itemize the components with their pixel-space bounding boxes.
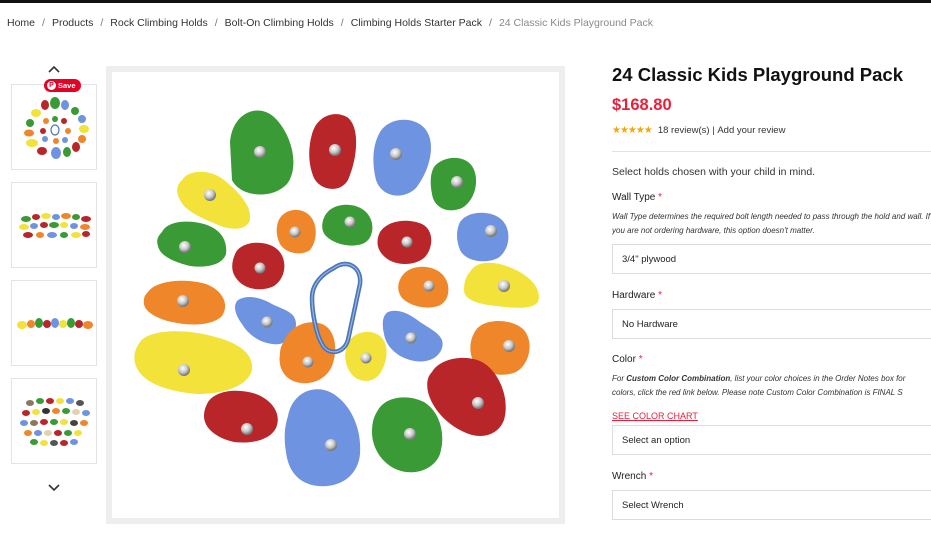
thumbnail-holds-line-image (17, 318, 93, 329)
color-help-prefix: For (612, 374, 627, 383)
thumbnail-holds-circle-image (24, 97, 89, 159)
breadcrumb-rock-climbing-holds[interactable]: Rock Climbing Holds (110, 17, 207, 29)
breadcrumb-current: 24 Classic Kids Playground Pack (498, 17, 654, 29)
star-rating-icon: ★★★★★ (612, 125, 653, 136)
color-label: Color * (612, 354, 643, 365)
top-bar (0, 0, 931, 3)
chevron-up-icon[interactable] (47, 64, 61, 74)
pinterest-save-button[interactable]: P Save (44, 79, 81, 92)
climbing-holds-illustration (134, 110, 539, 487)
color-help-line-2: colors, click the red link below. Please… (612, 388, 903, 397)
product-title: 24 Classic Kids Playground Pack (612, 64, 903, 85)
thumbnail-gallery: P Save (8, 60, 98, 500)
hardware-label-text: Hardware (612, 290, 656, 301)
wrench-select[interactable]: Select Wrench (612, 490, 931, 520)
required-mark: * (658, 290, 663, 301)
rating-separator: | (709, 125, 718, 136)
thumbnail-1[interactable] (11, 84, 97, 170)
thumbnail-2[interactable] (11, 182, 97, 268)
breadcrumb-separator: / (42, 17, 45, 29)
breadcrumb-separator: / (100, 17, 104, 29)
product-intro-text: Select holds chosen with your child in m… (612, 166, 816, 178)
main-product-image[interactable] (106, 66, 565, 524)
product-info: 24 Classic Kids Playground Pack $168.80 … (612, 62, 931, 520)
wall-type-label-text: Wall Type (612, 192, 656, 203)
main-image-canvas (112, 72, 559, 518)
required-mark: * (658, 192, 663, 203)
required-mark: * (649, 471, 653, 482)
color-label-text: Color (612, 354, 636, 365)
product-price: $168.80 (612, 96, 672, 114)
thumbnail-holds-multicolor-image (20, 398, 90, 446)
rating-row: ★★★★★ 18 review(s) | Add your review (612, 125, 931, 136)
color-help-line-1: For Custom Color Combination, list your … (612, 372, 931, 386)
reviews-count-link[interactable]: 18 review(s) (658, 125, 710, 136)
thumbnail-4[interactable] (11, 378, 97, 464)
wall-type-label: Wall Type * (612, 192, 662, 203)
breadcrumb-separator: / (340, 17, 344, 29)
add-review-link[interactable]: Add your review (717, 125, 785, 136)
wall-type-help-text: Wall Type determines the required bolt l… (612, 212, 931, 235)
breadcrumb-starter-pack[interactable]: Climbing Holds Starter Pack (351, 17, 482, 29)
wall-type-select[interactable]: 3/4" plywood (612, 244, 931, 274)
pinterest-icon: P (47, 81, 56, 90)
save-label: Save (58, 81, 76, 90)
thumbnail-holds-rows-image (19, 213, 91, 238)
color-help-bold: Custom Color Combination (626, 374, 731, 383)
breadcrumb-separator: / (489, 17, 492, 29)
breadcrumb-home[interactable]: Home (7, 17, 35, 29)
see-color-chart-link[interactable]: SEE COLOR CHART (612, 411, 698, 421)
breadcrumb-products[interactable]: Products (52, 17, 93, 29)
divider (612, 151, 931, 152)
thumbnail-3[interactable] (11, 280, 97, 366)
breadcrumb-bolt-on-climbing-holds[interactable]: Bolt-On Climbing Holds (225, 17, 334, 29)
wrench-label-text: Wrench (612, 471, 647, 482)
hardware-label: Hardware * (612, 290, 662, 301)
hardware-select[interactable]: No Hardware (612, 309, 931, 339)
color-select[interactable]: Select an option (612, 425, 931, 455)
breadcrumb-separator: / (214, 17, 218, 29)
required-mark: * (638, 354, 643, 365)
chevron-down-icon[interactable] (47, 483, 61, 493)
breadcrumb: Home / Products / Rock Climbing Holds / Bolt-O… (7, 17, 653, 29)
wrench-label: Wrench * (612, 471, 653, 482)
color-help-rest: , list your color choices in the Order N… (730, 374, 906, 383)
